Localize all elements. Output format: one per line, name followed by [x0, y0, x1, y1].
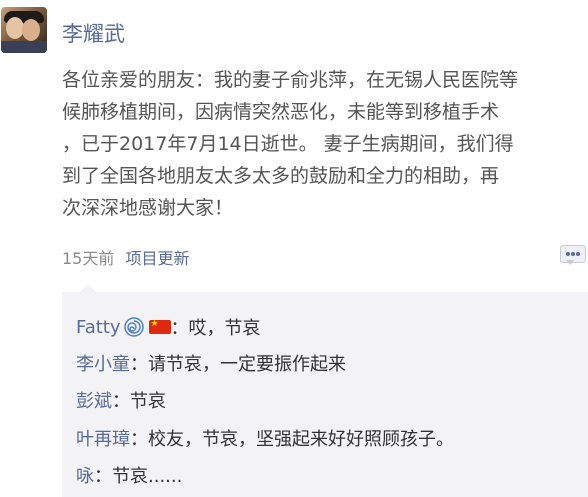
spiral-icon [123, 317, 144, 337]
post-meta: 15天前 项目更新 [62, 245, 189, 269]
dot-icon [576, 252, 580, 256]
comment-author[interactable]: Fatty [76, 317, 121, 338]
china-flag-icon: ★ [148, 319, 171, 334]
post-text: 各位亲爱的朋友：我的妻子俞兆萍，在无锡人民医院等 候肺移植期间，因病情突然恶化，… [62, 64, 584, 224]
comment-item[interactable]: 李小童 ：请节哀，一定要振作起来 [76, 350, 346, 376]
post-line: 候肺移植期间，因病情突然恶化，未能等到移植手术 [62, 101, 500, 123]
comment-text: ：哎，节哀 [170, 318, 261, 339]
comment-author[interactable]: 咏 [76, 462, 94, 488]
comment-text: ：节哀...... [94, 466, 183, 487]
comment-author[interactable]: 彭斌 [76, 387, 112, 413]
comment-text: ：请节哀，一定要振作起来 [130, 354, 346, 375]
author-avatar[interactable] [1, 7, 47, 53]
dot-icon [566, 252, 570, 256]
post-line: 各位亲爱的朋友：我的妻子俞兆萍，在无锡人民医院等 [62, 69, 519, 91]
comment-author[interactable]: 叶再璋 [76, 425, 130, 451]
comment-text: ：节哀 [112, 391, 166, 412]
post-time: 15天前 [62, 249, 115, 268]
comment-text: ：校友，节哀，坚强起来好好照顾孩子。 [130, 429, 454, 450]
avatar-face [22, 19, 40, 41]
comment-bubble-tail [566, 260, 574, 265]
comment-item[interactable]: 叶再璋 ：校友，节哀，坚强起来好好照顾孩子。 [76, 425, 454, 451]
comment-item[interactable]: Fatty ★ ：哎，节哀 [76, 314, 261, 340]
dot-icon [571, 252, 575, 256]
comment-author[interactable]: 李小童 [76, 350, 130, 376]
post-line: 次深深地感谢大家！ [62, 197, 234, 219]
post-line: ，已于2017年7月14日逝世。 妻子生病期间，我们得 [62, 133, 514, 155]
comment-item[interactable]: 咏 ：节哀...... [76, 462, 182, 488]
author-name[interactable]: 李耀武 [62, 18, 125, 48]
post-line: 到了全国各地朋友太多太多的鼓励和全力的相助，再 [62, 165, 500, 187]
post-source-link[interactable]: 项目更新 [125, 249, 189, 268]
avatar-shirt [1, 41, 47, 53]
comment-item[interactable]: 彭斌 ：节哀 [76, 387, 166, 413]
comments-panel: Fatty ★ ：哎，节哀 李小童 ：请节哀，一定要振作起来 彭斌 ：节哀 叶再… [62, 284, 588, 497]
comments-notch [80, 284, 96, 292]
comment-action-button[interactable] [560, 243, 586, 267]
